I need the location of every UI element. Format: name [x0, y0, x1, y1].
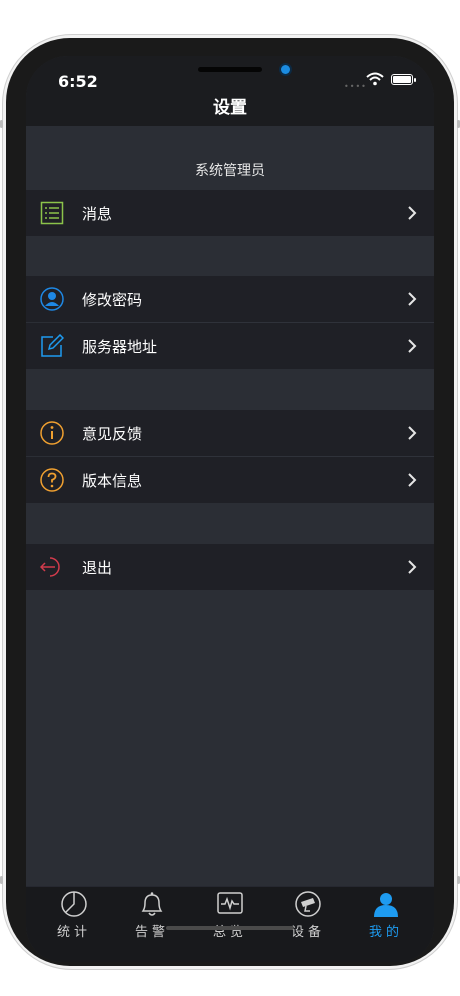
pie-chart-icon — [61, 891, 87, 917]
battery-icon — [391, 74, 416, 85]
menu-item-logout[interactable]: 退出 — [26, 544, 434, 590]
menu-item-label: 意见反馈 — [82, 425, 143, 443]
chevron-right-icon — [408, 560, 417, 574]
list-icon — [40, 201, 64, 225]
navigation-bar: 6:52 •••• 设置 — [26, 56, 434, 126]
page-title: 设置 — [213, 98, 247, 118]
bell-icon — [141, 892, 163, 916]
chevron-right-icon — [408, 292, 417, 306]
menu-item-label: 版本信息 — [82, 472, 143, 490]
info-icon — [40, 421, 64, 445]
logout-icon — [40, 557, 60, 577]
chevron-right-icon — [408, 426, 417, 440]
tab-bar: 统计 告警 总览 设备 我的 — [26, 886, 434, 962]
tab-statistics[interactable]: 统计 — [34, 887, 114, 947]
menu-item-change-password[interactable]: 修改密码 — [26, 276, 434, 322]
menu-item-label: 退出 — [82, 559, 113, 577]
speaker-grille — [198, 67, 262, 72]
wifi-icon — [366, 72, 384, 86]
camera-icon — [295, 891, 321, 917]
menu-item-label: 修改密码 — [82, 291, 143, 309]
phone-side-button — [0, 120, 3, 128]
chevron-right-icon — [408, 206, 417, 220]
tab-label: 我的 — [368, 925, 403, 940]
tab-label: 设备 — [290, 925, 325, 940]
menu-item-feedback[interactable]: 意见反馈 — [26, 410, 434, 456]
tab-label: 统计 — [56, 925, 91, 940]
tab-overview[interactable]: 总览 — [190, 887, 270, 947]
phone-side-button — [0, 876, 3, 884]
menu-item-messages[interactable]: 消息 — [26, 190, 434, 236]
section-header: 系统管理员 — [195, 163, 265, 179]
tab-devices[interactable]: 设备 — [268, 887, 348, 947]
question-icon — [40, 468, 64, 492]
menu-item-version-info[interactable]: 版本信息 — [26, 457, 434, 503]
tab-alarms[interactable]: 告警 — [112, 887, 192, 947]
monitor-icon — [217, 892, 243, 914]
person-icon — [374, 893, 398, 917]
tab-label: 总览 — [212, 925, 247, 940]
app-screen: 6:52 •••• 设置 系统管理员 消息 修改密码 服务器地址 意见反馈 版本… — [26, 56, 434, 962]
edit-icon — [41, 334, 64, 357]
menu-item-label: 服务器地址 — [82, 338, 158, 356]
home-indicator — [166, 926, 294, 930]
menu-item-server-address[interactable]: 服务器地址 — [26, 323, 434, 369]
signal-icon: •••• — [344, 82, 367, 91]
chevron-right-icon — [408, 473, 417, 487]
front-camera — [281, 65, 290, 74]
chevron-right-icon — [408, 339, 417, 353]
tab-label: 告警 — [134, 925, 169, 940]
menu-item-label: 消息 — [82, 205, 113, 223]
user-icon — [40, 287, 64, 311]
status-time: 6:52 — [58, 72, 98, 91]
tab-mine[interactable]: 我的 — [346, 887, 426, 947]
